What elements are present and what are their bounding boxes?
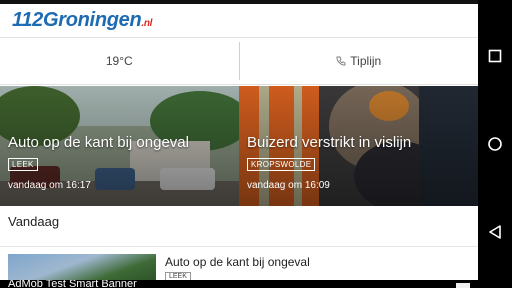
app-screen: 112Groningen.nl 19°C Tiplijn Auto op de …	[0, 4, 478, 288]
weather-display: 19°C	[0, 38, 239, 84]
featured-card-1[interactable]: Auto op de kant bij ongeval LEEK vandaag…	[0, 86, 239, 206]
navigation-bar	[478, 0, 512, 288]
app-header: 112Groningen.nl	[0, 4, 478, 38]
home-icon	[488, 137, 502, 151]
featured-title-1: Auto op de kant bij ongeval	[8, 134, 189, 151]
tiplijn-button[interactable]: Tiplijn	[240, 38, 479, 84]
recents-button[interactable]	[478, 39, 512, 73]
recents-icon	[488, 49, 502, 63]
logo-text: 112Groningen	[12, 9, 142, 31]
featured-card-2[interactable]: Buizerd verstrikt in vislijn KROPSWOLDE …	[239, 86, 478, 206]
list-title: Auto op de kant bij ongeval	[165, 255, 310, 269]
section-title: Vandaag	[8, 214, 60, 229]
ad-info-button[interactable]	[456, 283, 470, 288]
info-bar: 19°C Tiplijn	[0, 38, 478, 85]
featured-date-2: vandaag om 16:09	[247, 180, 330, 191]
featured-tag-1: LEEK	[8, 158, 38, 171]
back-button[interactable]	[478, 215, 512, 249]
tiplijn-label: Tiplijn	[350, 54, 382, 68]
ad-banner[interactable]: AdMob Test Smart Banner	[0, 280, 478, 288]
logo-suffix: .nl	[141, 18, 153, 29]
back-icon	[489, 225, 501, 239]
featured-date-1: vandaag om 16:17	[8, 180, 91, 191]
ad-text: AdMob Test Smart Banner	[8, 280, 137, 288]
site-logo[interactable]: 112Groningen.nl	[12, 9, 152, 32]
phone-icon	[336, 56, 346, 66]
section-divider	[0, 246, 478, 247]
home-button[interactable]	[478, 127, 512, 161]
temperature: 19°C	[105, 54, 133, 68]
featured-news: Auto op de kant bij ongeval LEEK vandaag…	[0, 86, 478, 206]
featured-tag-2: KROPSWOLDE	[247, 158, 316, 171]
featured-title-2: Buizerd verstrikt in vislijn	[247, 134, 412, 151]
